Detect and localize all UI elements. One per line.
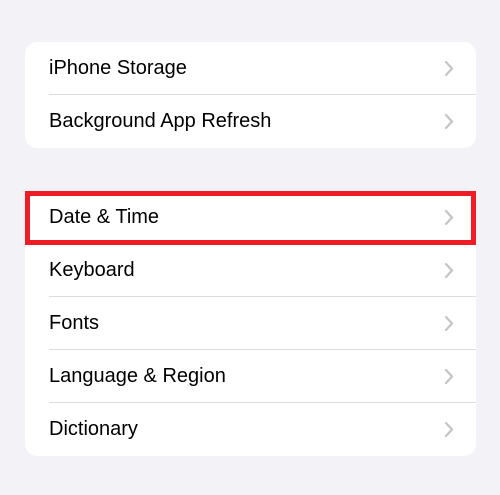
chevron-right-icon [444, 209, 454, 226]
chevron-right-icon [444, 60, 454, 77]
row-background-app-refresh[interactable]: Background App Refresh [25, 95, 476, 148]
settings-group-storage: iPhone Storage Background App Refresh [25, 42, 476, 148]
row-iphone-storage[interactable]: iPhone Storage [25, 42, 476, 95]
chevron-right-icon [444, 262, 454, 279]
row-language-region[interactable]: Language & Region [25, 350, 476, 403]
chevron-right-icon [444, 113, 454, 130]
row-label: Date & Time [49, 206, 160, 228]
row-dictionary[interactable]: Dictionary [25, 403, 476, 456]
row-label: iPhone Storage [49, 57, 187, 79]
row-label: Language & Region [49, 365, 226, 387]
settings-group-general: Date & Time Keyboard Fonts Language & Re… [25, 191, 476, 456]
row-label: Keyboard [49, 259, 135, 281]
row-fonts[interactable]: Fonts [25, 297, 476, 350]
row-label: Fonts [49, 312, 100, 334]
row-keyboard[interactable]: Keyboard [25, 244, 476, 297]
chevron-right-icon [444, 315, 454, 332]
chevron-right-icon [444, 421, 454, 438]
chevron-right-icon [444, 368, 454, 385]
row-label: Background App Refresh [49, 110, 272, 132]
row-label: Dictionary [49, 418, 138, 440]
row-date-time[interactable]: Date & Time [25, 191, 476, 244]
